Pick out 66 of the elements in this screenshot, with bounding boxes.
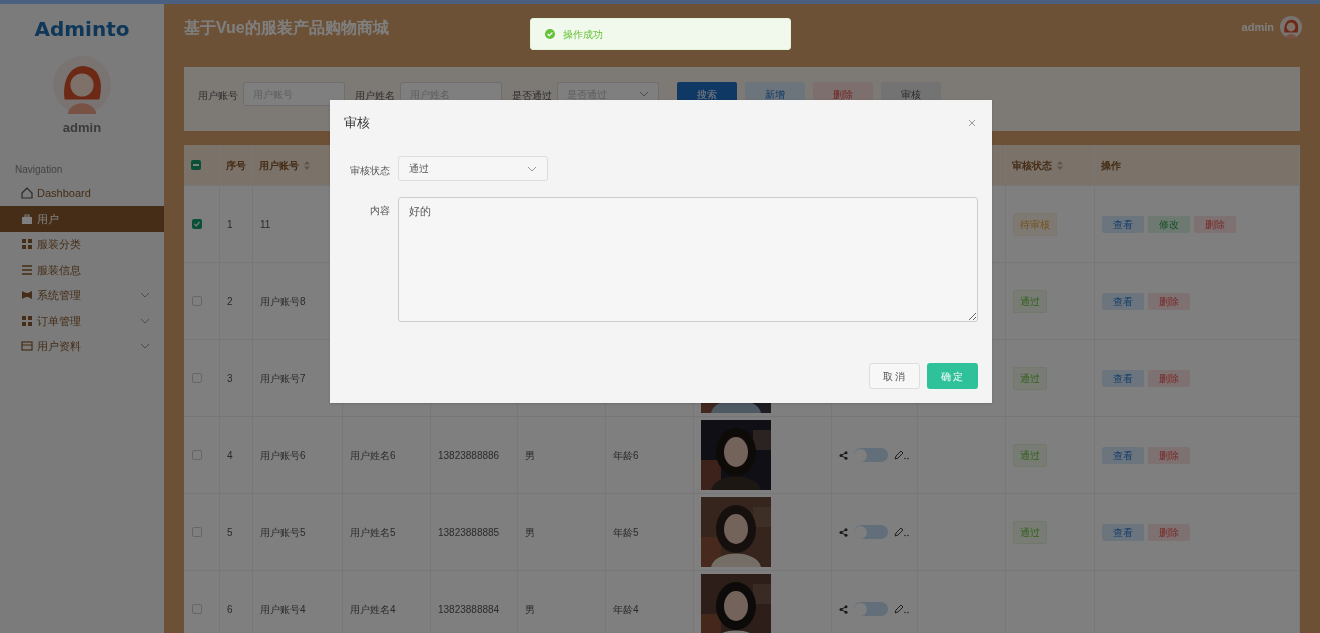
row-action-button[interactable]: 查看 <box>1102 292 1144 310</box>
table-cell-text: 用户账号4 <box>260 602 306 617</box>
user-name: admin <box>61 119 103 137</box>
row-action-button[interactable]: 修改 <box>1148 215 1190 233</box>
table-cell-text: 3 <box>227 371 233 386</box>
table-cell-text: 11 <box>260 217 271 232</box>
row-action-button[interactable]: 删除 <box>1194 215 1236 233</box>
table-cell-text: 4 <box>227 448 233 463</box>
table-cell-text: 男 <box>525 448 535 463</box>
sidebar-item[interactable]: 服装分类 <box>0 231 164 257</box>
table-cell-text: 6 <box>227 602 233 617</box>
row-action-button[interactable]: 删除 <box>1148 446 1190 464</box>
table-cell-text: 2 <box>227 294 233 309</box>
dialog-title: 审核 <box>344 113 371 132</box>
row-action-button[interactable]: 删除 <box>1148 369 1190 387</box>
table-cell-text: 年龄4 <box>613 602 639 617</box>
user-name: admin <box>1241 20 1274 35</box>
field-label: 是否通过 <box>512 89 552 103</box>
table-cell-text: 用户账号7 <box>260 371 306 386</box>
status-tag: 通过 <box>1013 443 1047 467</box>
logo: Adminto <box>33 16 131 43</box>
sidebar-item[interactable]: 用户资料 <box>0 333 164 359</box>
table-cell-text: 用户账号5 <box>260 525 306 540</box>
sidebar-item[interactable]: 服装信息 <box>0 257 164 283</box>
row-action-button[interactable]: 删除 <box>1148 292 1190 310</box>
field-label: 用户姓名 <box>355 89 395 103</box>
sidebar-item[interactable]: 系统管理 <box>0 282 164 308</box>
row-action-button[interactable]: 查看 <box>1102 369 1144 387</box>
column-header: 审核状态 <box>1012 158 1052 173</box>
table-cell-text: 男 <box>525 602 535 617</box>
table-cell-text: 13823888885 <box>438 525 500 540</box>
status-tag: 通过 <box>1013 366 1047 390</box>
status-tag: 通过 <box>1013 520 1047 544</box>
table-cell-text: 用户姓名6 <box>350 448 396 463</box>
sidebar-item[interactable]: 订单管理 <box>0 308 164 334</box>
table-cell-text: 用户姓名5 <box>350 525 396 540</box>
dialog-button[interactable]: 确定 <box>927 363 978 389</box>
table-cell-text: 用户账号8 <box>260 294 306 309</box>
table-cell-text: 年龄5 <box>613 525 639 540</box>
status-tag: 通过 <box>1013 289 1047 313</box>
table-cell-text: 1 <box>227 217 233 232</box>
row-action-button[interactable]: 查看 <box>1102 523 1144 541</box>
field-label: 审核状态 <box>349 164 390 178</box>
table-cell-text: 13823888886 <box>438 448 500 463</box>
column-header: 操作 <box>1101 158 1121 173</box>
row-action-button[interactable]: 查看 <box>1102 215 1144 233</box>
table-cell-text: 用户姓名4 <box>350 602 396 617</box>
row-action-button[interactable]: 查看 <box>1102 446 1144 464</box>
text-area[interactable]: 好的 <box>398 197 978 322</box>
dialog-button[interactable]: 取消 <box>869 363 920 389</box>
select-field[interactable]: 通过 <box>398 156 548 181</box>
table-cell-text: 13823888884 <box>438 602 500 617</box>
table-cell-text: 年龄6 <box>613 448 639 463</box>
page-title: 基于Vue的服装产品购物商城 <box>184 18 389 38</box>
table-cell-text: 5 <box>227 525 233 540</box>
field-label: 用户账号 <box>198 89 238 103</box>
status-tag: 待审核 <box>1013 212 1057 236</box>
table-cell-text: 男 <box>525 525 535 540</box>
sidebar-item[interactable]: 用户 <box>0 206 164 232</box>
table-cell-text: 用户账号6 <box>260 448 306 463</box>
toast-message: 操作成功 <box>563 27 603 42</box>
row-action-button[interactable]: 删除 <box>1148 523 1190 541</box>
sidebar-item[interactable]: Dashboard <box>0 180 164 206</box>
field-label: 内容 <box>369 204 390 218</box>
column-header: 用户账号 <box>259 158 299 173</box>
column-header: 序号 <box>226 158 246 173</box>
